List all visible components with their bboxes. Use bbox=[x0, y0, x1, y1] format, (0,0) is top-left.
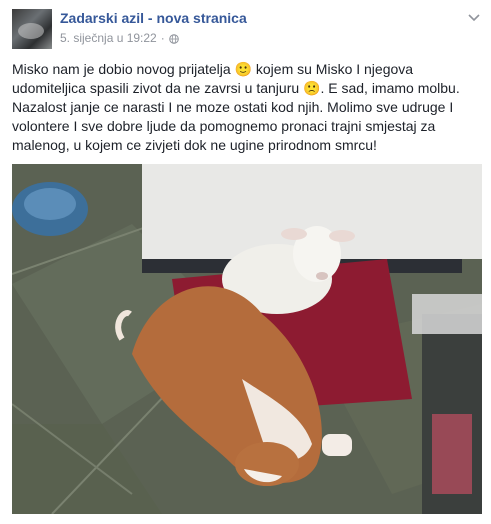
facebook-post: Zadarski azil - nova stranica 5. siječnj… bbox=[0, 0, 491, 524]
post-text: Misko nam je dobio novog prijatelja 🙂 ko… bbox=[12, 61, 460, 153]
page-name-link[interactable]: Zadarski azil - nova stranica bbox=[60, 10, 247, 26]
timestamp-link[interactable]: 5. siječnja u 19:22 bbox=[60, 31, 157, 45]
chevron-down-icon[interactable] bbox=[467, 10, 481, 22]
avatar[interactable] bbox=[12, 9, 52, 49]
meta-separator: · bbox=[160, 31, 165, 45]
post-photo[interactable] bbox=[12, 164, 482, 514]
photo-image bbox=[12, 164, 482, 514]
globe-icon[interactable] bbox=[168, 33, 179, 44]
post-meta: 5. siječnja u 19:22 · bbox=[60, 31, 179, 45]
